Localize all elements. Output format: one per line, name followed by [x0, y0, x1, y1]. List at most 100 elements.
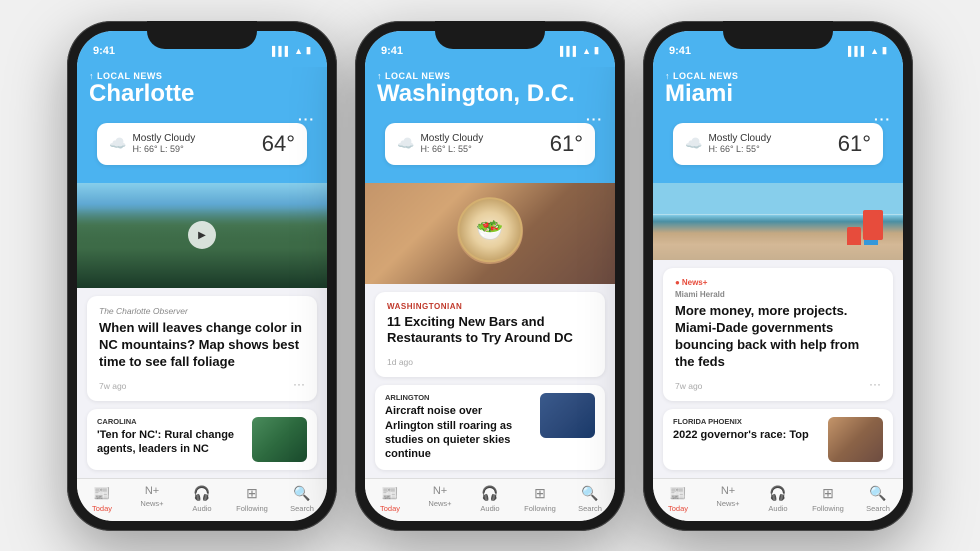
tab-following-label-charlotte: Following [236, 504, 268, 513]
weather-card-miami: ☁️ Mostly Cloudy H: 66° L: 55° 61° [673, 123, 883, 165]
weather-left-dc: ☁️ Mostly Cloudy H: 66° L: 55° [397, 133, 483, 154]
tab-newsplus-charlotte[interactable]: N+ News+ [134, 485, 170, 513]
weather-detail-dc: H: 66° L: 55° [420, 144, 483, 154]
app-header-charlotte: LOCAL NEWS Charlotte ··· [77, 67, 327, 117]
tab-following-miami[interactable]: ⊞ Following [810, 485, 846, 513]
notch-charlotte [147, 21, 257, 49]
main-article-charlotte[interactable]: The Charlotte Observer When will leaves … [87, 296, 317, 401]
phone-charlotte: 9:41 ▌▌▌ ▲ ▮ LOCAL NEWS Charlotte ··· [67, 21, 337, 531]
tab-today-dc[interactable]: 📰 Today [372, 485, 408, 513]
weather-section-miami: ☁️ Mostly Cloudy H: 66° L: 55° 61° [653, 117, 903, 183]
tab-following-charlotte[interactable]: ⊞ Following [234, 485, 270, 513]
status-time-dc: 9:41 [381, 45, 403, 57]
tab-audio-charlotte[interactable]: 🎧 Audio [184, 485, 220, 513]
more-button-charlotte[interactable]: ··· [298, 111, 315, 127]
secondary-content-dc: ARLINGTON Aircraft noise over Arlington … [385, 393, 532, 461]
today-icon-charlotte: 📰 [93, 485, 110, 502]
article-more-miami[interactable]: ··· [869, 377, 881, 391]
search-icon-miami: 🔍 [869, 485, 886, 502]
tab-following-dc[interactable]: ⊞ Following [522, 485, 558, 513]
secondary-article-charlotte[interactable]: CAROLINA 'Ten for NC': Rural change agen… [87, 409, 317, 470]
secondary-pub-dc: ARLINGTON [385, 393, 532, 402]
secondary-title-charlotte: 'Ten for NC': Rural change agents, leade… [97, 428, 244, 457]
phone-miami: 9:41 ▌▌▌ ▲ ▮ LOCAL NEWS Miami ··· [643, 21, 913, 531]
tab-search-dc[interactable]: 🔍 Search [572, 485, 608, 513]
tab-newsplus-miami[interactable]: N+ News+ [710, 485, 746, 513]
tab-search-label-miami: Search [866, 504, 890, 513]
signal-icon-dc: ▌▌▌ [560, 46, 579, 56]
wifi-icon-dc: ▲ [582, 46, 591, 56]
city-name-dc: Washington, D.C. [377, 81, 603, 107]
tab-today-label-charlotte: Today [92, 504, 112, 513]
tab-today-charlotte[interactable]: 📰 Today [84, 485, 120, 513]
phone-dc: 9:41 ▌▌▌ ▲ ▮ LOCAL NEWS Washington, D.C.… [355, 21, 625, 531]
tab-audio-miami[interactable]: 🎧 Audio [760, 485, 796, 513]
tab-today-label-dc: Today [380, 504, 400, 513]
tab-following-label-miami: Following [812, 504, 844, 513]
weather-condition-charlotte: Mostly Cloudy [132, 133, 195, 144]
secondary-pub-miami: FLORIDA PHOENIX [673, 417, 820, 426]
more-button-miami[interactable]: ··· [874, 111, 891, 127]
publisher-dc: WASHINGTONIAN [387, 302, 593, 311]
phones-container: 9:41 ▌▌▌ ▲ ▮ LOCAL NEWS Charlotte ··· [47, 1, 933, 551]
search-icon-dc: 🔍 [581, 485, 598, 502]
secondary-img-dc [540, 393, 595, 438]
city-name-charlotte: Charlotte [89, 81, 315, 107]
status-time-miami: 9:41 [669, 45, 691, 57]
following-icon-dc: ⊞ [534, 485, 546, 502]
tab-bar-miami: 📰 Today N+ News+ 🎧 Audio ⊞ Following [653, 478, 903, 521]
time-ago-miami: 7w ago [675, 381, 702, 391]
secondary-article-dc[interactable]: ARLINGTON Aircraft noise over Arlington … [375, 385, 605, 469]
following-icon-charlotte: ⊞ [246, 485, 258, 502]
tab-bar-charlotte: 📰 Today N+ News+ 🎧 Audio ⊞ Following [77, 478, 327, 521]
tab-search-charlotte[interactable]: 🔍 Search [284, 485, 320, 513]
notch-miami [723, 21, 833, 49]
tab-newsplus-dc[interactable]: N+ News+ [422, 485, 458, 513]
following-icon-miami: ⊞ [822, 485, 834, 502]
main-article-dc[interactable]: WASHINGTONIAN 11 Exciting New Bars and R… [375, 292, 605, 378]
main-article-miami[interactable]: ●News+ Miami Herald More money, more pro… [663, 268, 893, 401]
secondary-img-miami [828, 417, 883, 462]
battery-icon-miami: ▮ [882, 45, 887, 56]
weather-detail-miami: H: 66° L: 55° [708, 144, 771, 154]
tab-audio-label-miami: Audio [768, 504, 787, 513]
weather-card-charlotte: ☁️ Mostly Cloudy H: 66° L: 59° 64° [97, 123, 307, 165]
news-image-charlotte[interactable]: ▶ [77, 183, 327, 288]
tab-audio-dc[interactable]: 🎧 Audio [472, 485, 508, 513]
weather-condition-miami: Mostly Cloudy [708, 133, 771, 144]
more-button-dc[interactable]: ··· [586, 111, 603, 127]
newsplus-badge-miami: ●News+ [675, 278, 881, 287]
newsplus-icon-charlotte: N+ [145, 485, 159, 497]
newsplus-icon-dc: N+ [433, 485, 447, 497]
play-button-charlotte[interactable]: ▶ [188, 221, 216, 249]
weather-section-dc: ☁️ Mostly Cloudy H: 66° L: 55° 61° [365, 117, 615, 183]
secondary-article-miami[interactable]: FLORIDA PHOENIX 2022 governor's race: To… [663, 409, 893, 470]
battery-icon-dc: ▮ [594, 45, 599, 56]
status-icons-miami: ▌▌▌ ▲ ▮ [848, 45, 887, 56]
article-title-miami: More money, more projects. Miami-Dade go… [675, 303, 881, 371]
tab-newsplus-label-charlotte: News+ [140, 499, 163, 508]
weather-left-miami: ☁️ Mostly Cloudy H: 66° L: 55° [685, 133, 771, 154]
secondary-content-miami: FLORIDA PHOENIX 2022 governor's race: To… [673, 417, 820, 442]
cloud-icon-dc: ☁️ [397, 135, 414, 152]
tab-audio-label-charlotte: Audio [192, 504, 211, 513]
tab-search-label-charlotte: Search [290, 504, 314, 513]
tab-search-miami[interactable]: 🔍 Search [860, 485, 896, 513]
signal-icon: ▌▌▌ [272, 46, 291, 56]
article-more-charlotte[interactable]: ··· [293, 377, 305, 391]
tab-following-label-dc: Following [524, 504, 556, 513]
weather-card-dc: ☁️ Mostly Cloudy H: 66° L: 55° 61° [385, 123, 595, 165]
app-header-dc: LOCAL NEWS Washington, D.C. ··· [365, 67, 615, 117]
weather-section-charlotte: ☁️ Mostly Cloudy H: 66° L: 59° 64° [77, 117, 327, 183]
content-area-miami: ●News+ Miami Herald More money, more pro… [653, 183, 903, 478]
city-name-miami: Miami [665, 81, 891, 107]
news-image-miami[interactable] [653, 183, 903, 260]
tab-today-miami[interactable]: 📰 Today [660, 485, 696, 513]
content-area-dc: 🥗 WASHINGTONIAN 11 Exciting New Bars and… [365, 183, 615, 478]
search-icon-charlotte: 🔍 [293, 485, 310, 502]
article-title-dc: 11 Exciting New Bars and Restaurants to … [387, 314, 593, 348]
tab-newsplus-label-miami: News+ [716, 499, 739, 508]
news-image-dc[interactable]: 🥗 [365, 183, 615, 284]
weather-left-charlotte: ☁️ Mostly Cloudy H: 66° L: 59° [109, 133, 195, 154]
content-area-charlotte: ▶ The Charlotte Observer When will leave… [77, 183, 327, 478]
